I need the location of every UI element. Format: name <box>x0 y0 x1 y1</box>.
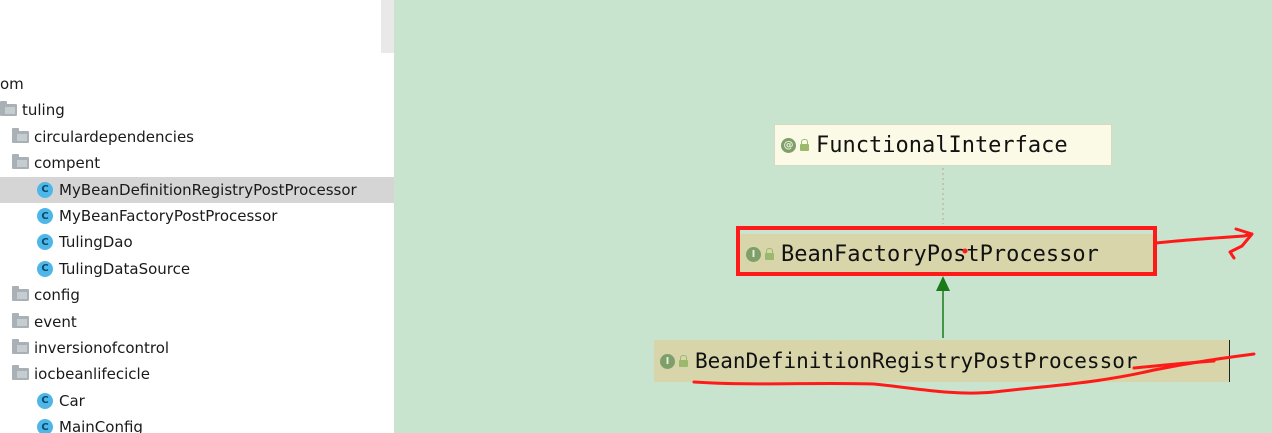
tree-item-om[interactable]: om <box>0 71 394 97</box>
red-highlight-box <box>736 226 1157 276</box>
red-arrow-annotation <box>1154 227 1254 260</box>
tree-item-label: MyBeanFactoryPostProcessor <box>59 207 278 225</box>
class-icon: C <box>37 208 53 224</box>
folder-icon <box>12 339 29 354</box>
project-tree-panel: om tuling circulardependencies compent C MyBe… <box>0 0 394 433</box>
tree-item-label: tuling <box>22 101 65 120</box>
tree-item-label: om <box>0 75 24 93</box>
tree-item-label: compent <box>34 154 101 173</box>
folder-icon <box>0 101 17 117</box>
tree-item-label: inversionofcontrol <box>34 339 170 357</box>
folder-icon <box>12 365 29 381</box>
class-icon: C <box>37 234 53 251</box>
tree-item-mybeandefinitionregistrypostprocessor[interactable]: C MyBeanDefinitionRegistryPostProcessor <box>0 176 394 203</box>
tree-item-label: Car <box>59 391 85 410</box>
tree-item-label: MyBeanDefinitionRegistryPostProcessor <box>59 180 357 199</box>
class-icon: C <box>37 260 53 277</box>
class-icon: C <box>37 419 53 433</box>
tree-item-label: config <box>34 286 80 305</box>
folder-icon <box>12 154 29 170</box>
uml-diagram-canvas: @ FunctionalInterface I BeanFactoryPostP… <box>394 0 1272 433</box>
red-underline-annotation <box>692 352 1256 395</box>
red-dot <box>962 248 968 254</box>
folder-icon <box>12 312 29 328</box>
tree-item-tulingdatasource[interactable]: C TulingDataSource <box>0 256 394 282</box>
tree-scrollbar[interactable] <box>381 0 394 53</box>
folder-icon <box>12 286 29 302</box>
tree-item-circulardependencies[interactable]: circulardependencies <box>0 124 394 150</box>
tree-item-inversionofcontrol[interactable]: inversionofcontrol <box>0 335 394 361</box>
tree-item-event[interactable]: event <box>0 309 394 335</box>
inheritance-arrowhead <box>936 276 950 291</box>
tree-item-config[interactable]: config <box>0 282 394 308</box>
tree-item-mainconfig[interactable]: C MainConfig <box>0 414 394 433</box>
tree-item-label: TulingDao <box>59 233 133 252</box>
tree-item-label: TulingDataSource <box>59 259 191 278</box>
tree-item-tuling[interactable]: tuling <box>0 97 394 123</box>
diagram-overlay <box>692 168 1256 395</box>
tree-item-label: MainConfig <box>59 418 143 433</box>
folder-icon <box>12 127 29 143</box>
tree-item-iocbeanlifecicle[interactable]: iocbeanlifecicle <box>0 361 394 387</box>
tree-item-label: event <box>34 312 77 331</box>
tree-item-label: circulardependencies <box>34 127 194 146</box>
tree-item-car[interactable]: C Car <box>0 388 394 414</box>
tree-item-mybeanfactorypostprocessor[interactable]: C MyBeanFactoryPostProcessor <box>0 203 394 229</box>
tree-item-tulingdao[interactable]: C TulingDao <box>0 229 394 255</box>
tree-item-label: iocbeanlifecicle <box>34 365 150 384</box>
tree-item-compent[interactable]: compent <box>0 150 394 176</box>
class-icon: C <box>37 392 53 409</box>
class-icon: C <box>37 181 53 198</box>
